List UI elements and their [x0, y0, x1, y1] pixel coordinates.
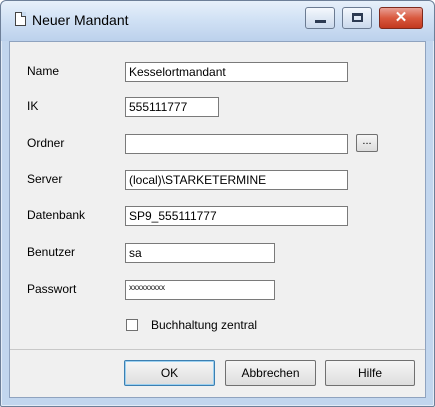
- dialog-body: Name Kesselortmandant IK 555111777 Ordne…: [9, 41, 426, 398]
- browse-button[interactable]: ...: [356, 134, 378, 152]
- button-separator: [10, 349, 425, 350]
- ik-label: IK: [27, 99, 39, 113]
- datenbank-label: Datenbank: [27, 208, 86, 222]
- server-field[interactable]: (local)\STARKETERMINE: [125, 170, 348, 190]
- datenbank-field[interactable]: SP9_555111777: [125, 206, 348, 226]
- server-label: Server: [27, 172, 63, 186]
- password-field[interactable]: xxxxxxxxx: [125, 280, 275, 300]
- maximize-button[interactable]: [342, 7, 372, 29]
- document-icon: [15, 12, 26, 26]
- ordner-field[interactable]: [125, 134, 348, 154]
- dialog-window: Neuer Mandant ✕ Name Kesselortmandant IK…: [0, 0, 435, 407]
- help-button[interactable]: Hilfe: [325, 360, 415, 386]
- close-button[interactable]: ✕: [379, 7, 423, 29]
- ordner-label: Ordner: [27, 136, 65, 150]
- minimize-icon: [315, 20, 326, 23]
- title-bar[interactable]: Neuer Mandant ✕: [1, 1, 434, 41]
- minimize-button[interactable]: [305, 7, 335, 29]
- ik-field[interactable]: 555111777: [125, 97, 219, 117]
- close-icon: ✕: [394, 9, 408, 26]
- passwort-label: Passwort: [27, 282, 77, 296]
- ok-button[interactable]: OK: [124, 360, 215, 386]
- maximize-icon: [352, 13, 363, 22]
- name-label: Name: [27, 64, 60, 78]
- name-field[interactable]: Kesselortmandant: [125, 62, 348, 82]
- buchhaltung-checkbox[interactable]: [126, 319, 138, 331]
- buchhaltung-checkbox-label[interactable]: Buchhaltung zentral: [151, 318, 257, 332]
- benutzer-field[interactable]: sa: [125, 243, 275, 263]
- cancel-button[interactable]: Abbrechen: [225, 360, 316, 386]
- window-title: Neuer Mandant: [32, 12, 129, 28]
- benutzer-label: Benutzer: [27, 245, 76, 259]
